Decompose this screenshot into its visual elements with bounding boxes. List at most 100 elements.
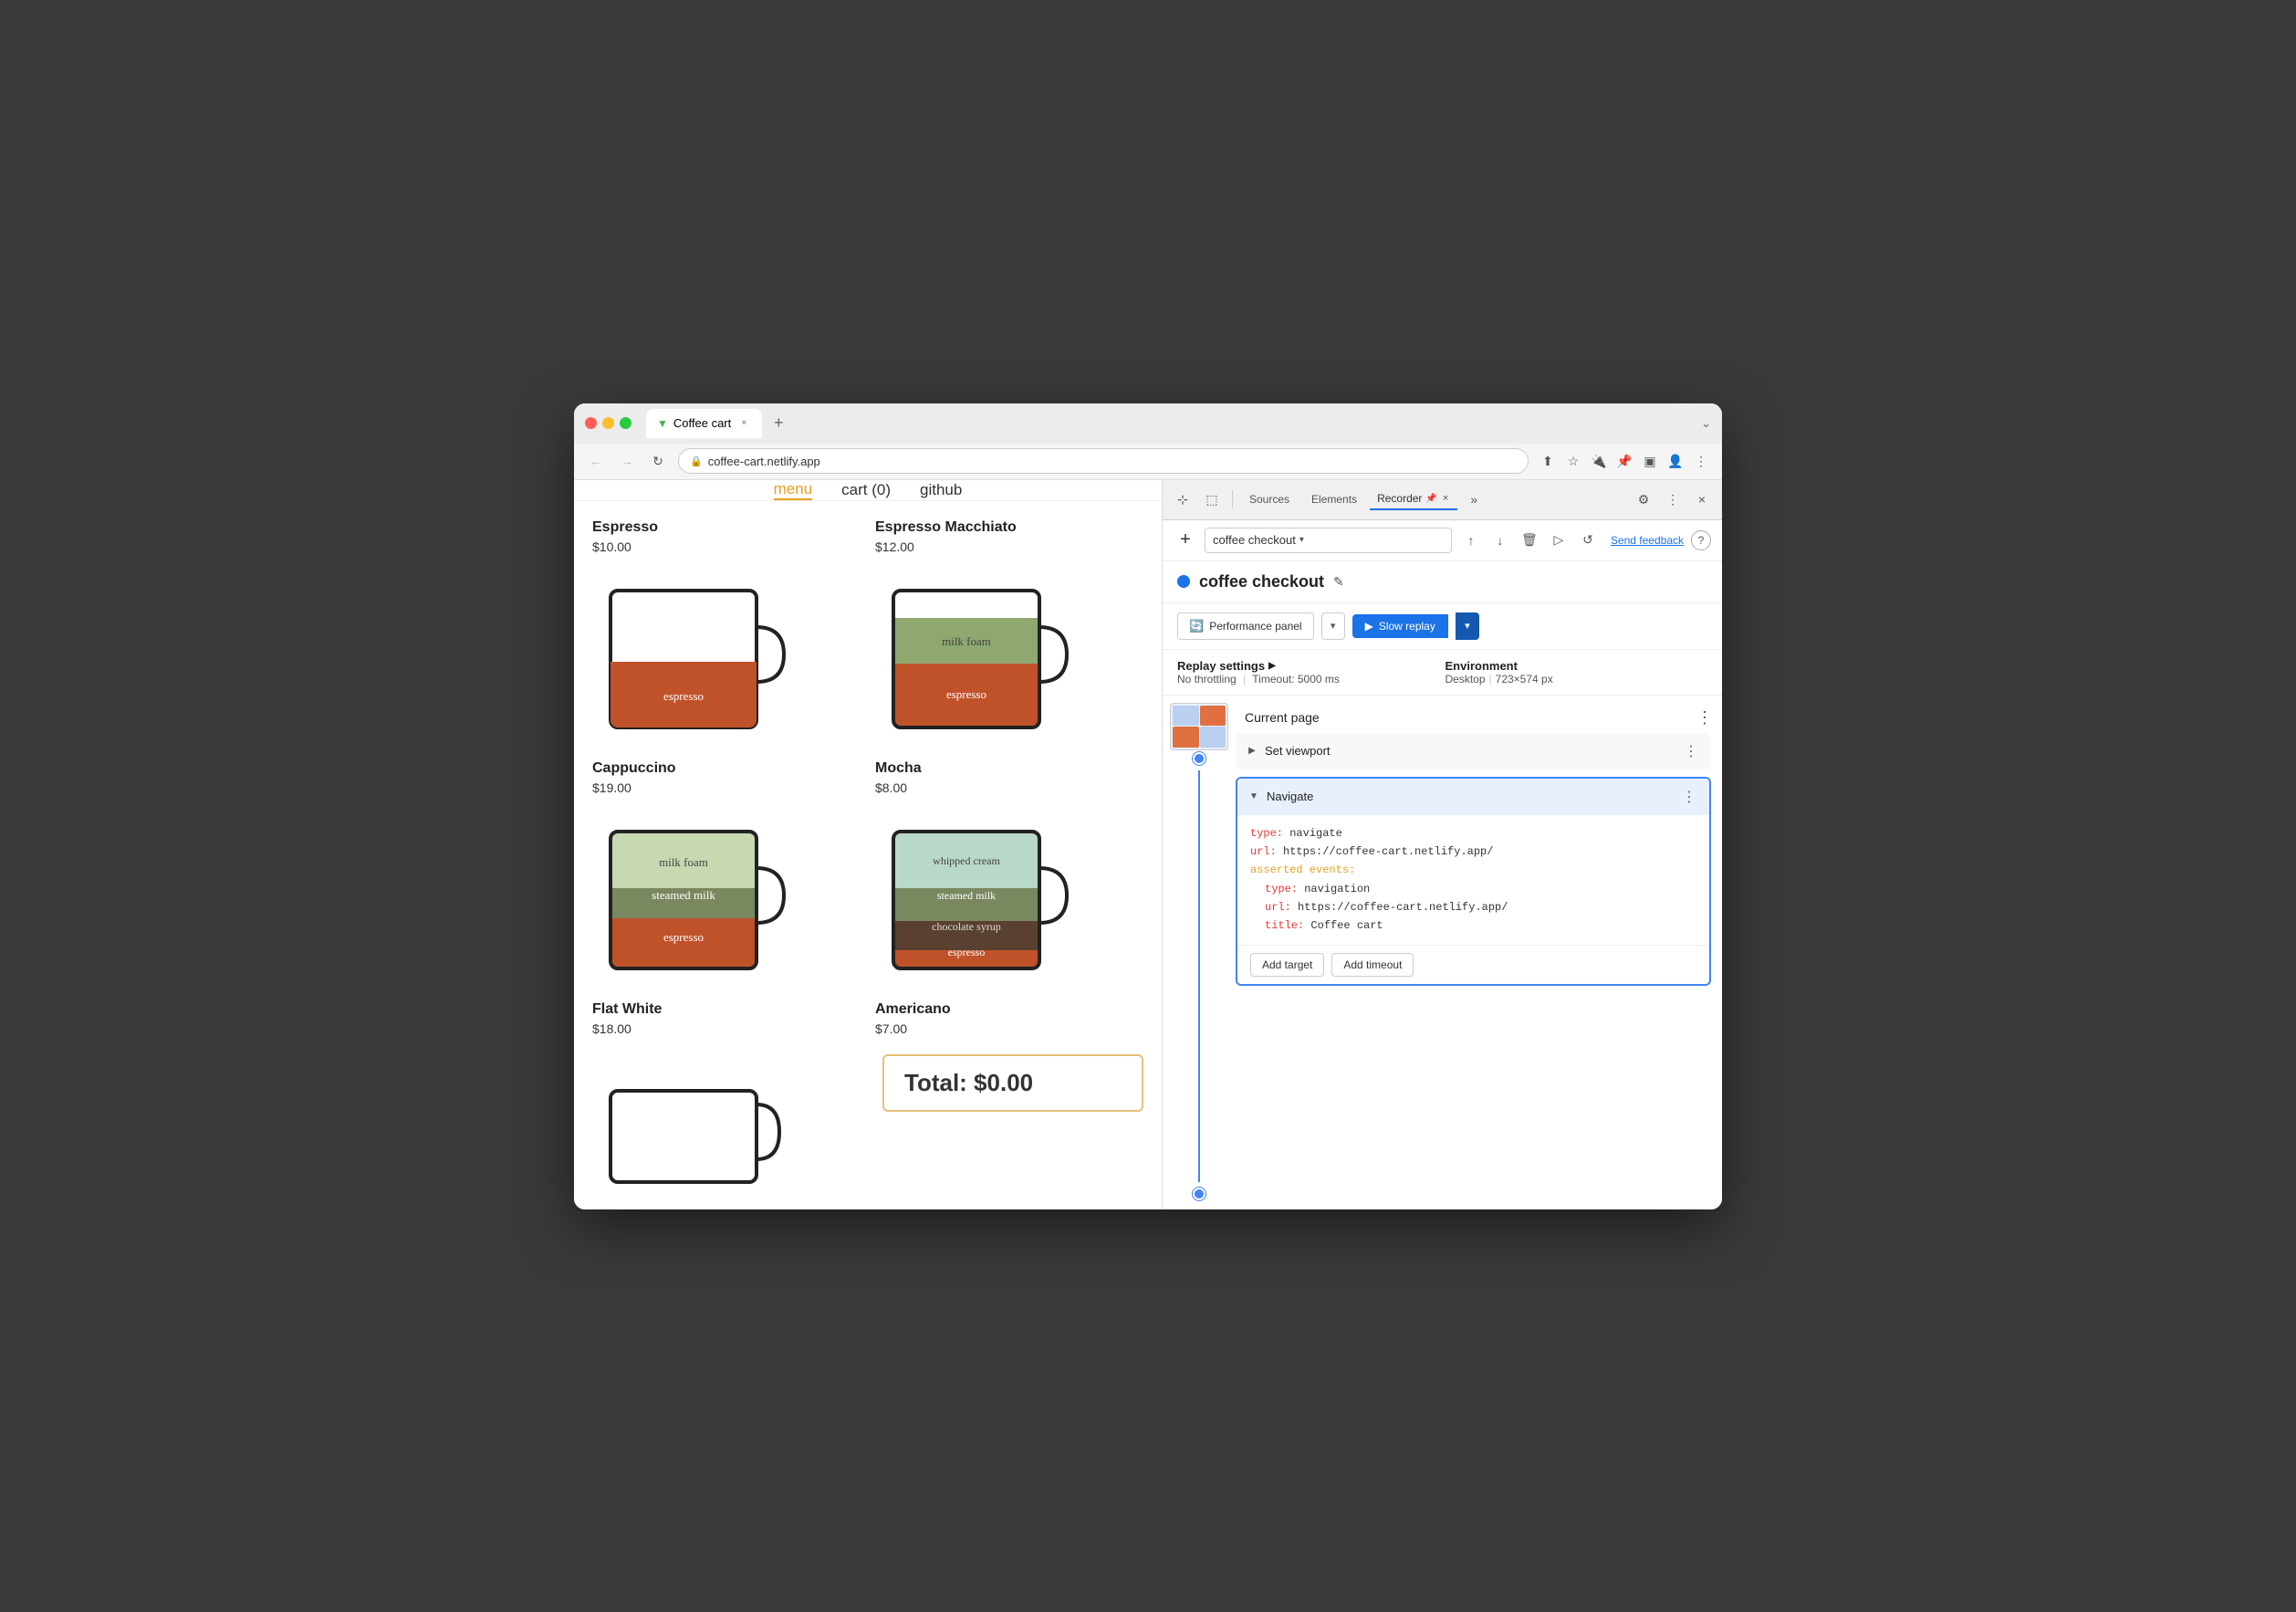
tab-sources[interactable]: Sources <box>1240 489 1299 509</box>
slow-replay-button[interactable]: ▶ Slow replay <box>1352 614 1448 638</box>
site-content: menu cart (0) github Espresso $10.00 esp… <box>574 480 1163 1209</box>
nav-cart[interactable]: cart (0) <box>841 481 891 499</box>
performance-panel-button[interactable]: 🔄 Performance panel <box>1177 612 1314 640</box>
performance-panel-dropdown-button[interactable]: ▾ <box>1321 612 1345 640</box>
list-item[interactable]: Cappuccino $19.00 milk foam steamed milk… <box>592 760 861 987</box>
throttling-label: No throttling <box>1177 673 1237 686</box>
minimize-button[interactable] <box>602 417 614 429</box>
timeline-dot-top <box>1193 752 1205 765</box>
step-content: type: navigate url: https://coffee-cart.… <box>1237 815 1709 945</box>
active-tab[interactable]: ▼ Coffee cart × <box>646 409 762 438</box>
steps-area: Current page ⋮ ▶ Set viewport ⋮ <box>1163 696 1722 1209</box>
code-val: navigation <box>1304 883 1370 895</box>
nav-menu[interactable]: menu <box>774 480 813 500</box>
reader-mode-icon[interactable]: ▣ <box>1640 451 1660 471</box>
forward-button[interactable]: → <box>616 450 638 472</box>
code-line: type: navigate <box>1250 824 1696 843</box>
step-name: Set viewport <box>1265 744 1680 758</box>
address-actions: ⬆ ☆ 🔌 📌 ▣ 👤 ⋮ <box>1538 451 1711 471</box>
replay-settings-label: Replay settings <box>1177 659 1265 673</box>
list-item[interactable]: Espresso $10.00 espresso <box>592 519 861 746</box>
devtools-settings-icon[interactable]: ⚙ <box>1631 487 1656 512</box>
url-bar[interactable]: 🔒 coffee-cart.netlify.app <box>678 448 1529 474</box>
pin-icon[interactable]: 📌 <box>1614 451 1634 471</box>
step-menu-icon[interactable]: ⋮ <box>1680 740 1702 762</box>
edit-recording-name-icon[interactable]: ✎ <box>1333 574 1344 590</box>
devtools-toolbar: ⊹ ⬚ Sources Elements Recorder 📌 × » ⚙ ⋮ … <box>1163 480 1722 520</box>
nav-github[interactable]: github <box>920 481 962 499</box>
code-key-orange: asserted events: <box>1250 864 1355 876</box>
performance-icon: 🔄 <box>1189 619 1204 633</box>
replay-settings-section: Replay settings ▶ No throttling | Timeou… <box>1163 650 1722 696</box>
current-page-label: Current page <box>1245 710 1320 725</box>
step-header[interactable]: ▼ Navigate ⋮ <box>1237 779 1709 815</box>
extension-icon[interactable]: 🔌 <box>1589 451 1609 471</box>
slow-replay-dropdown-button[interactable]: ▾ <box>1456 612 1479 640</box>
inspect-icon[interactable]: ⬚ <box>1199 487 1225 512</box>
bookmark-icon[interactable]: ☆ <box>1563 451 1583 471</box>
devtools-more-icon[interactable]: ⋮ <box>1660 487 1685 512</box>
code-line: title: Coffee cart <box>1265 916 1696 935</box>
thumb-cell <box>1200 706 1226 727</box>
more-tabs-icon[interactable]: » <box>1461 487 1487 512</box>
total-banner: Total: $0.00 <box>882 1054 1143 1112</box>
window-expand[interactable]: ⌄ <box>1701 416 1711 431</box>
list-item[interactable]: Mocha $8.00 whipped cream steamed milk c… <box>875 760 1143 987</box>
mocha-mug: whipped cream steamed milk chocolate syr… <box>875 804 1076 987</box>
list-item[interactable]: Flat White $18.00 <box>592 1001 861 1209</box>
recorder-header: + coffee checkout ▾ ↑ ↓ 🗑 ▷ ↺ Send feedb… <box>1163 520 1722 561</box>
loop-icon[interactable]: ↺ <box>1576 529 1600 552</box>
profile-icon[interactable]: 👤 <box>1665 451 1685 471</box>
dropdown-arrow-icon: ▾ <box>1299 535 1304 545</box>
slow-replay-label: Slow replay <box>1379 620 1435 633</box>
cursor-tool-icon[interactable]: ⊹ <box>1170 487 1195 512</box>
list-item[interactable]: Espresso Macchiato $12.00 milk foam espr… <box>875 519 1143 746</box>
thumb-cell <box>1173 706 1199 727</box>
download-icon[interactable]: ↓ <box>1488 529 1512 552</box>
share-icon[interactable]: ⬆ <box>1538 451 1558 471</box>
new-tab-button[interactable]: + <box>766 411 791 436</box>
coffee-price: $7.00 <box>875 1021 1143 1036</box>
list-item[interactable]: Americano $7.00 Total: $0.00 <box>875 1001 1143 1209</box>
recorder-tab-label: Recorder <box>1377 492 1422 505</box>
coffee-name: Mocha <box>875 760 1143 777</box>
close-button[interactable] <box>585 417 597 429</box>
devtools-close-icon[interactable]: × <box>1689 487 1715 512</box>
timeline-thumbnail <box>1170 703 1228 750</box>
code-line: url: https://coffee-cart.netlify.app/ <box>1250 843 1696 861</box>
add-timeout-button[interactable]: Add timeout <box>1331 953 1414 977</box>
replay-settings-title[interactable]: Replay settings ▶ <box>1177 659 1440 673</box>
replay-icon[interactable]: ▷ <box>1547 529 1571 552</box>
help-icon[interactable]: ? <box>1691 530 1711 550</box>
send-feedback-link[interactable]: Send feedback <box>1611 534 1684 547</box>
step-expand-icon: ▼ <box>1247 790 1261 804</box>
current-page-menu-icon[interactable]: ⋮ <box>1696 708 1713 727</box>
export-icon[interactable]: ↑ <box>1459 529 1483 552</box>
step-header[interactable]: ▶ Set viewport ⋮ <box>1236 733 1711 769</box>
traffic-lights <box>585 417 631 429</box>
coffee-price: $10.00 <box>592 539 861 554</box>
lock-icon: 🔒 <box>690 455 703 467</box>
add-recording-button[interactable]: + <box>1174 529 1197 552</box>
settings-divider: | <box>1243 673 1246 686</box>
back-button[interactable]: ← <box>585 450 607 472</box>
coffee-price: $12.00 <box>875 539 1143 554</box>
code-val: navigate <box>1289 827 1342 840</box>
refresh-button[interactable]: ↻ <box>647 450 669 472</box>
resolution-label: 723×574 px <box>1496 673 1553 686</box>
recording-dropdown[interactable]: coffee checkout ▾ <box>1205 528 1452 553</box>
svg-text:espresso: espresso <box>663 689 704 703</box>
site-nav: menu cart (0) github <box>574 480 1162 501</box>
title-bar: ▼ Coffee cart × + ⌄ <box>574 403 1722 444</box>
tab-close-icon[interactable]: × <box>736 416 751 431</box>
step-menu-icon[interactable]: ⋮ <box>1678 786 1700 808</box>
browser-menu-icon[interactable]: ⋮ <box>1691 451 1711 471</box>
svg-text:chocolate syrup: chocolate syrup <box>932 920 1001 933</box>
tab-recorder[interactable]: Recorder 📌 × <box>1370 488 1457 510</box>
delete-icon[interactable]: 🗑 <box>1518 529 1541 552</box>
add-target-button[interactable]: Add target <box>1250 953 1324 977</box>
tab-elements[interactable]: Elements <box>1302 489 1366 509</box>
maximize-button[interactable] <box>620 417 631 429</box>
tab-bar: ▼ Coffee cart × + <box>646 409 1694 438</box>
recorder-tab-close[interactable]: × <box>1441 493 1450 504</box>
